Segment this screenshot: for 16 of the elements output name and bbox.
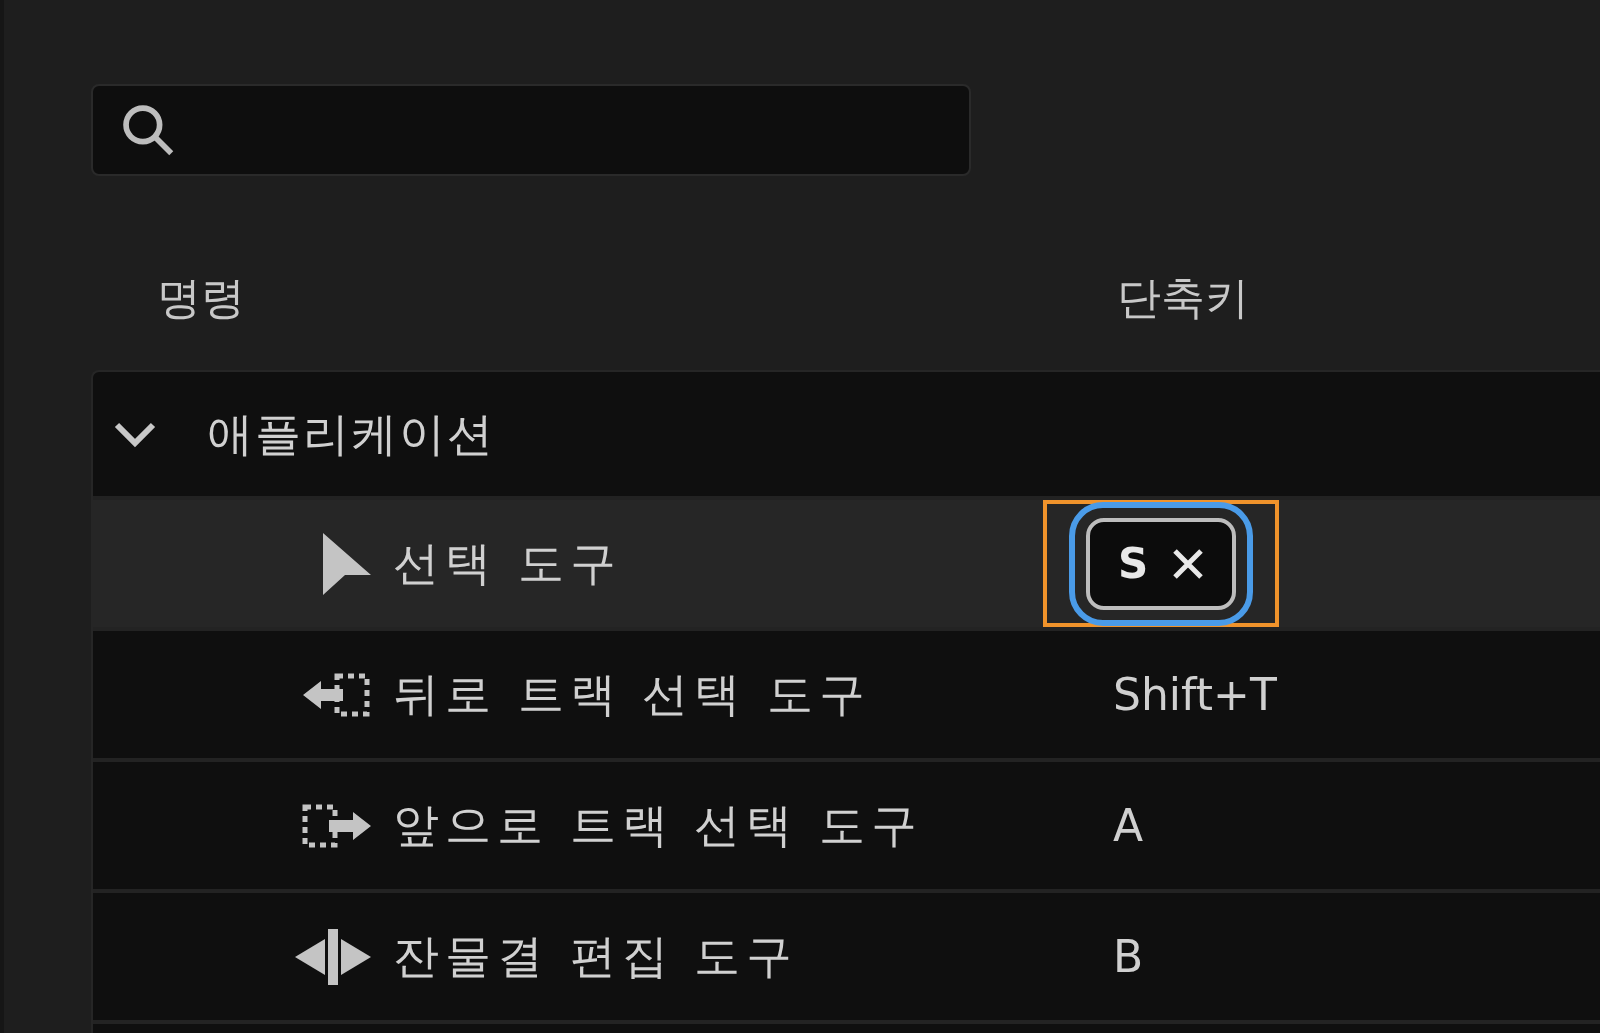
shortcut-text: A xyxy=(1113,798,1144,853)
command-label: 앞으로 트랙 선택 도구 xyxy=(393,797,924,854)
key-label: S xyxy=(1117,538,1149,590)
command-label: 뒤로 트랙 선택 도구 xyxy=(393,666,872,723)
shortcut-text: B xyxy=(1113,929,1144,984)
close-icon[interactable] xyxy=(1172,547,1205,580)
command-label: 잔물결 편집 도구 xyxy=(393,928,800,985)
column-header: 단축키 xyxy=(1117,271,1249,325)
ripple-edit-icon xyxy=(293,926,373,987)
shortcut-key-chip[interactable]: S xyxy=(1069,501,1253,626)
command-row[interactable]: 선택 도구 S xyxy=(93,500,1600,631)
pointer-arrow-icon xyxy=(321,530,373,597)
shortcut-text: Shift+T xyxy=(1113,667,1277,722)
group-label: 애플리케이션 xyxy=(207,405,495,463)
search-field[interactable] xyxy=(91,84,971,176)
command-label: 선택 도구 xyxy=(393,535,623,592)
